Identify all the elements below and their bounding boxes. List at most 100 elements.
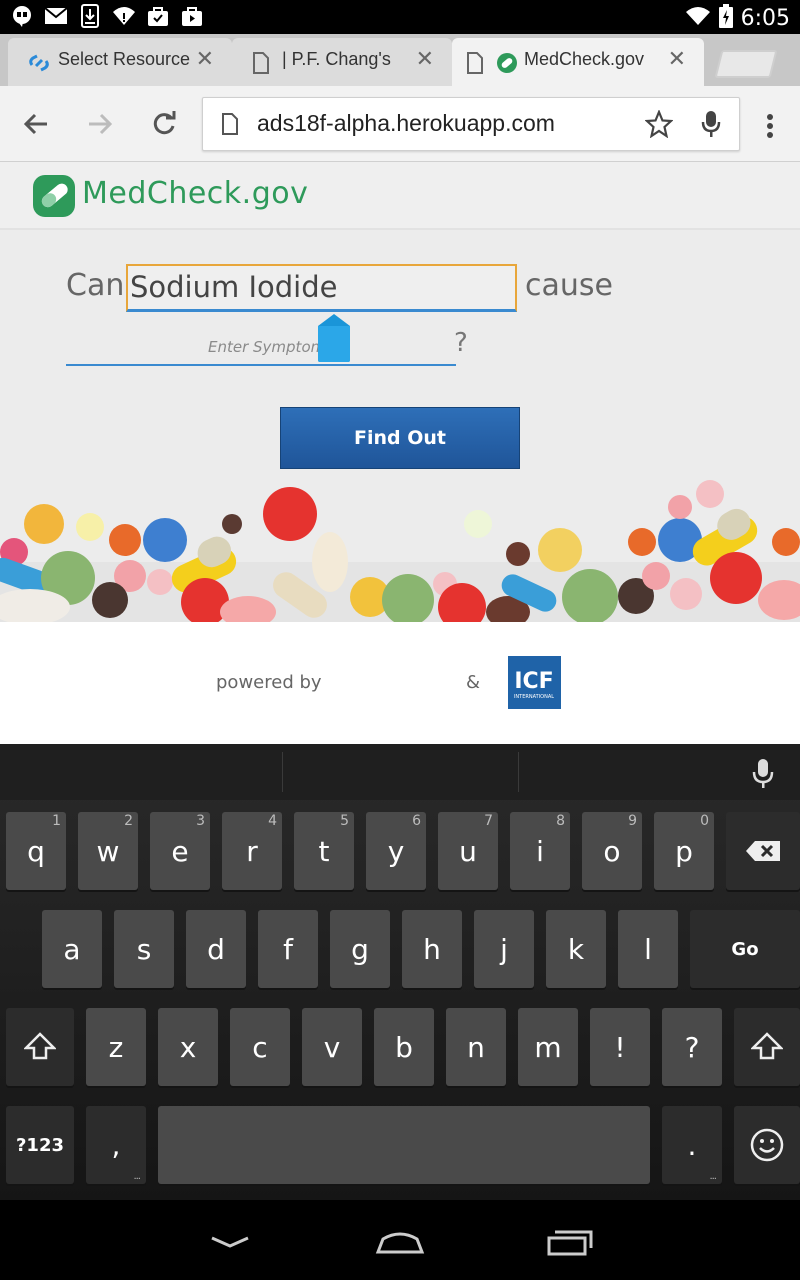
key-c[interactable]: c [230,1008,290,1086]
key-g[interactable]: g [330,910,390,988]
space-key[interactable] [158,1106,650,1184]
key-z[interactable]: z [86,1008,146,1086]
address-bar[interactable]: ads18f-alpha.herokuapp.com [202,97,740,151]
key-s[interactable]: s [114,910,174,988]
gmail-icon [44,4,68,28]
question-suffix: cause [525,268,613,303]
key-label: r [246,834,258,868]
ampersand: & [466,672,481,693]
key-n[interactable]: n [446,1008,506,1086]
symbols-key[interactable]: ?123 [6,1106,74,1184]
key-v[interactable]: v [302,1008,362,1086]
reload-button[interactable] [146,106,182,142]
key-hint: 1 [52,813,61,829]
key-o[interactable]: o9 [582,812,642,890]
bag-icon [146,4,170,28]
home-button[interactable] [370,1224,430,1260]
question-prefix: Can [66,268,125,303]
key-label: q [27,834,45,868]
site-logo-text[interactable]: MedCheck.gov [82,176,308,211]
backspace-key[interactable] [726,812,800,890]
recents-button[interactable] [540,1224,600,1260]
arrow-left-icon [23,113,47,135]
key-label: u [459,834,477,868]
find-out-button[interactable]: Find Out [280,407,520,469]
key-label: b [395,1030,413,1064]
period-key[interactable]: .... [662,1106,722,1184]
key-label: ? [684,1030,700,1064]
drug-input[interactable]: Sodium Iodide [126,264,517,312]
key-label: y [387,834,405,868]
go-key[interactable]: Go [690,910,800,988]
tab-select-resource[interactable]: Select Resource ✕ [8,38,232,86]
key-q[interactable]: q1 [6,812,66,890]
symptom-input[interactable]: Enter Symptom [66,328,456,366]
close-icon[interactable]: ✕ [416,48,434,72]
key-d[interactable]: d [186,910,246,988]
svg-text:ICF: ICF [514,669,553,694]
key-r[interactable]: r4 [222,812,282,890]
tab-pf-changs[interactable]: | P.F. Chang's ✕ [232,38,452,86]
medcheck-logo-icon[interactable] [32,174,76,222]
key-label: d [207,932,225,966]
key-hint: 2 [124,813,133,829]
key-m[interactable]: m [518,1008,578,1086]
chevron-down-icon [211,1236,249,1248]
shift-right-key[interactable] [734,1008,800,1086]
close-icon[interactable]: ✕ [668,48,686,72]
key-j[interactable]: j [474,910,534,988]
key-label: m [534,1030,562,1064]
key-x[interactable]: x [158,1008,218,1086]
key-u[interactable]: u7 [438,812,498,890]
forward-button[interactable] [82,106,118,142]
key-l[interactable]: l [618,910,678,988]
shift-left-key[interactable] [6,1008,74,1086]
status-bar: 6:05 [0,0,800,34]
key-label: x [179,1030,197,1064]
key-p[interactable]: p0 [654,812,714,890]
page-icon [252,52,274,74]
overflow-menu-icon[interactable] [752,108,788,144]
key-question[interactable]: ? [662,1008,722,1086]
key-label: o [603,834,621,868]
tab-medcheck[interactable]: MedCheck.gov ✕ [452,38,704,86]
key-w[interactable]: w2 [78,812,138,890]
screen: 6:05 Select Resource ✕ | P.F. Chang's ✕ [0,0,800,1280]
key-t[interactable]: t5 [294,812,354,890]
tab-title: | P.F. Chang's [282,49,391,69]
new-tab-button[interactable] [714,50,778,78]
shift-icon [751,1032,783,1060]
microphone-icon[interactable] [701,110,721,142]
key-exclamation[interactable]: ! [590,1008,650,1086]
tab-title: Select Resource [58,49,191,69]
key-e[interactable]: e3 [150,812,210,890]
key-label: e [171,834,189,868]
key-b[interactable]: b [374,1008,434,1086]
key-label: ! [614,1030,626,1064]
comma-key[interactable]: ,... [86,1106,146,1184]
key-label: l [644,932,652,966]
hide-keyboard-button[interactable] [200,1224,260,1260]
voice-input-icon[interactable] [752,758,774,794]
navigation-bar [0,1200,800,1280]
key-hint: 0 [700,813,709,829]
key-y[interactable]: y6 [366,812,426,890]
download-icon [78,4,102,28]
key-a[interactable]: a [42,910,102,988]
key-i[interactable]: i8 [510,812,570,890]
bookmark-star-icon[interactable] [644,109,674,142]
key-h[interactable]: h [402,910,462,988]
close-icon[interactable]: ✕ [196,48,214,72]
key-label: z [108,1030,124,1064]
key-label: t [318,834,330,868]
link-icon [28,52,50,74]
key-k[interactable]: k [546,910,606,988]
clock: 6:05 [740,5,790,31]
emoji-key[interactable] [734,1106,800,1184]
key-f[interactable]: f [258,910,318,988]
key-hint: 8 [556,813,565,829]
key-label: n [467,1030,485,1064]
icf-logo[interactable]: ICF INTERNATIONAL [508,656,561,709]
back-button[interactable] [18,106,54,142]
text-cursor-handle[interactable] [316,314,352,366]
